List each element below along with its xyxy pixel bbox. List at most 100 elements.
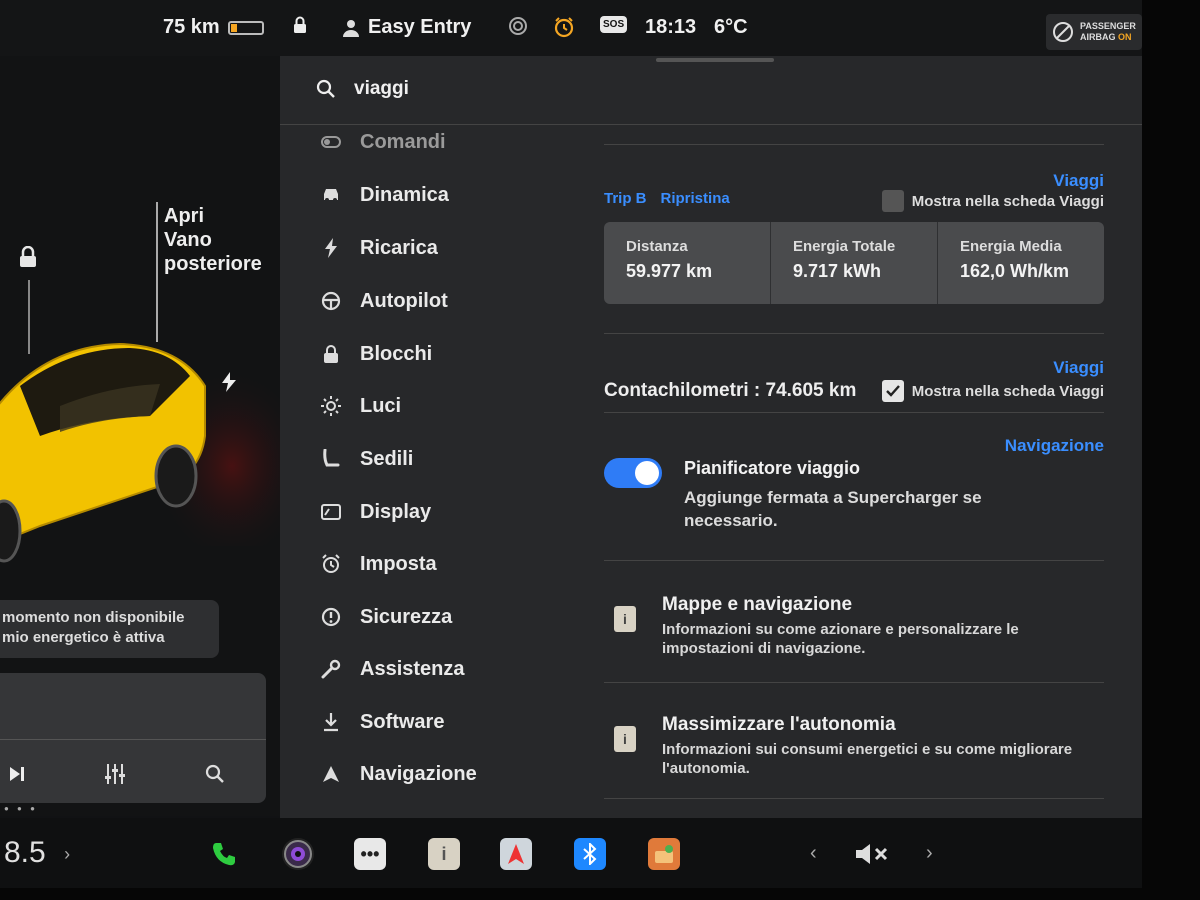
time-text: 18:13 <box>645 16 697 38</box>
trip-header: Trip B Ripristina <box>604 190 730 207</box>
trunk-label-line2: Vano <box>164 229 212 251</box>
alarm-clock-icon[interactable] <box>553 16 575 38</box>
trip-reset-button[interactable]: Ripristina <box>661 190 730 207</box>
status-bar: 75 km Easy Entry SOS 18:13 6°C PASSENGER… <box>0 0 1142 56</box>
menu-item-sicurezza[interactable]: Sicurezza <box>320 597 560 637</box>
range-indicator[interactable]: 75 km <box>163 16 264 39</box>
alert-circle-icon <box>320 606 342 628</box>
volume-up-chevron-icon[interactable]: › <box>926 842 933 865</box>
battery-icon <box>227 20 264 35</box>
profile-name: Easy Entry <box>368 16 472 38</box>
menu-item-imposta[interactable]: Imposta <box>320 544 560 584</box>
menu-item-sedili[interactable]: Sedili <box>320 439 560 479</box>
menu-item-label: Sedili <box>360 447 414 470</box>
seat-icon <box>320 448 342 470</box>
lock-icon <box>320 343 342 365</box>
trip-distance: Distanza 59.977 km <box>604 222 771 304</box>
media-search-icon[interactable] <box>202 761 228 787</box>
bluetooth-icon[interactable] <box>574 838 606 870</box>
settings-search[interactable]: viaggi <box>316 74 816 104</box>
manual-info-icon: i <box>614 726 636 752</box>
manual-icon[interactable]: i <box>428 838 460 870</box>
panel-drag-handle[interactable] <box>656 58 774 62</box>
screen-bezel-bottom <box>0 888 1200 900</box>
driver-profile[interactable]: Easy Entry <box>342 16 471 39</box>
camera-icon[interactable] <box>282 838 314 870</box>
search-input[interactable]: viaggi <box>354 78 409 100</box>
media-divider <box>0 739 266 740</box>
screen-bezel-right <box>1142 0 1200 900</box>
toybox-icon[interactable] <box>648 838 680 870</box>
search-icon <box>316 79 335 98</box>
odometer-text: Contachilometri : 74.605 km <box>604 380 857 401</box>
section-divider <box>604 333 1104 334</box>
menu-item-assistenza[interactable]: Assistenza <box>320 649 560 689</box>
menu-item-label: Ricarica <box>360 236 438 259</box>
wrench-icon <box>320 658 342 680</box>
trip-show-checkbox[interactable] <box>881 190 904 212</box>
info-item-title: Massimizzare l'autonomia <box>662 714 896 735</box>
lock-icon[interactable] <box>292 16 308 34</box>
menu-item-ricarica[interactable]: Ricarica <box>320 228 560 268</box>
airbag-line1: PASSENGER <box>1080 21 1136 31</box>
navigation-app-icon[interactable] <box>500 838 532 870</box>
notice-line1: momento non disponibile <box>2 609 185 626</box>
car-lock-icon[interactable] <box>18 245 38 273</box>
menu-item-dinamica[interactable]: Dinamica <box>320 175 560 215</box>
info-item-description: Informazioni su come azionare e personal… <box>662 621 1019 657</box>
menu-item-label: Imposta <box>360 552 437 575</box>
menu-item-label: Display <box>360 500 432 523</box>
trip-planner-toggle[interactable] <box>604 458 662 488</box>
energy-notice: momento non disponibile mio energetico è… <box>0 600 219 658</box>
phone-icon[interactable] <box>208 838 240 870</box>
menu-item-label: Comandi <box>360 130 446 153</box>
energy-avg-value: 162,0 Wh/km <box>960 261 1070 281</box>
menu-item-software[interactable]: Software <box>320 702 560 742</box>
trip-name-link[interactable]: Trip B <box>604 190 647 207</box>
more-apps-icon[interactable]: ••• <box>354 838 386 870</box>
energy-total-label: Energia Totale <box>793 238 896 255</box>
trunk-label-line3: posteriore <box>164 253 262 275</box>
odometer-show-in-tab[interactable]: Mostra nella scheda Viaggi <box>881 380 1104 402</box>
menu-item-label: Dinamica <box>360 183 449 206</box>
odometer-show-checkbox[interactable] <box>881 380 904 402</box>
menu-item-blocchi[interactable]: Blocchi <box>320 334 560 374</box>
open-trunk-button[interactable]: Apri Vano posteriore <box>164 204 262 276</box>
sun-icon <box>320 395 342 417</box>
sos-label: SOS <box>600 16 628 33</box>
menu-item-label: Software <box>360 710 445 733</box>
chevron-right-icon: › <box>64 843 71 864</box>
car-visualization-panel: Apri Vano posteriore momento non disponi… <box>0 56 280 816</box>
menu-item-display[interactable]: Display <box>320 492 560 532</box>
menu-item-luci[interactable]: Luci <box>320 386 560 426</box>
sos-button[interactable]: SOS <box>600 16 628 33</box>
person-icon <box>343 19 359 37</box>
volume-mute-icon[interactable] <box>854 842 890 871</box>
menu-item-label: Sicurezza <box>360 605 453 628</box>
media-player <box>0 673 266 803</box>
menu-item-autopilot[interactable]: Autopilot <box>320 281 560 321</box>
airbag-icon <box>1053 22 1073 42</box>
check-icon <box>885 385 900 397</box>
climate-temperature[interactable]: 8.5 › <box>4 836 70 870</box>
next-track-icon[interactable] <box>4 761 30 787</box>
clock: 18:13 <box>645 16 696 39</box>
toggle-icon <box>320 131 342 153</box>
display-icon <box>320 501 342 523</box>
volume-down-chevron-icon[interactable]: ‹ <box>810 842 817 865</box>
trips-section-link[interactable]: Viaggi <box>1053 171 1104 191</box>
alarm-clock-icon <box>320 553 342 575</box>
menu-item-comandi[interactable]: Comandi <box>320 122 560 162</box>
car-icon <box>320 184 342 206</box>
navigation-arrow-icon <box>320 763 342 785</box>
homelink-icon[interactable] <box>508 16 528 36</box>
odometer-show-label: Mostra nella scheda Viaggi <box>911 382 1104 400</box>
equalizer-icon[interactable] <box>102 761 128 787</box>
charge-port-icon[interactable] <box>220 372 238 397</box>
settings-panel: viaggi Comandi Dinamica Ricarica Autopil… <box>280 56 1142 818</box>
odometer-section-link[interactable]: Viaggi <box>1053 358 1104 378</box>
trip-show-in-tab[interactable]: Mostra nella scheda Viaggi <box>881 190 1104 212</box>
airbag-state: ON <box>1118 32 1132 42</box>
menu-item-navigazione[interactable]: Navigazione <box>320 754 560 794</box>
navigation-section-link[interactable]: Navigazione <box>1005 436 1104 456</box>
